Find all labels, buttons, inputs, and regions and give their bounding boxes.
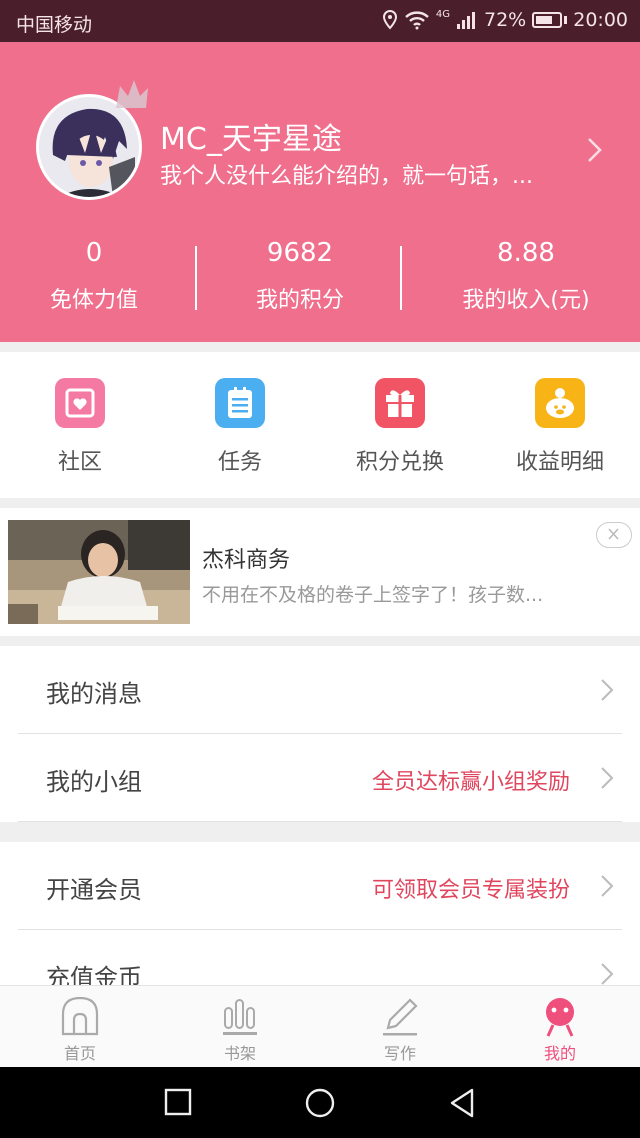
- row-label: 我的小组: [46, 768, 142, 796]
- stat-value: 8.88: [497, 238, 555, 268]
- stat-divider: [195, 246, 197, 310]
- network-type: 4G: [435, 9, 450, 20]
- status-icons: 4G 72% 20:00: [382, 9, 628, 31]
- bottom-tab-bar: 首页 书架 写作 我的: [0, 985, 640, 1067]
- row-hint: 可领取会员专属装扮: [371, 878, 570, 903]
- quick-item-points-exchange[interactable]: 积分兑换: [320, 378, 480, 476]
- ad-close-button[interactable]: [596, 522, 632, 548]
- tab-label: 书架: [223, 1044, 256, 1063]
- row-recharge-coins[interactable]: 充值金币: [0, 930, 640, 985]
- username: MC_天宇星途: [160, 122, 342, 157]
- wifi-icon: [405, 11, 429, 30]
- stat-points[interactable]: 9682 我的积分: [210, 238, 390, 314]
- quick-menu: 社区 任务 积分兑换 收益明细: [0, 352, 640, 498]
- signal-icon: [457, 12, 475, 29]
- quick-item-community[interactable]: 社区: [0, 378, 160, 476]
- chevron-right-icon[interactable]: [586, 136, 604, 164]
- home-button[interactable]: [304, 1087, 336, 1119]
- quick-label: 积分兑换: [355, 450, 444, 475]
- location-icon: [382, 10, 397, 30]
- row-hint: 全员达标赢小组奖励: [371, 770, 570, 795]
- tab-bookshelf[interactable]: 书架: [160, 986, 320, 1068]
- profile-header[interactable]: MC_天宇星途 我个人没什么能介绍的，就一句话，... 0 免体力值 9682 …: [0, 42, 640, 342]
- stats-row: 0 免体力值 9682 我的积分 8.88 我的收入(元): [0, 238, 640, 318]
- home-icon: [61, 996, 99, 1036]
- close-icon: [608, 528, 619, 540]
- tab-home[interactable]: 首页: [0, 986, 160, 1068]
- tab-label: 首页: [63, 1044, 96, 1063]
- tab-write[interactable]: 写作: [320, 986, 480, 1068]
- stat-label: 我的收入(元): [462, 288, 590, 313]
- user-bio: 我个人没什么能介绍的，就一句话，...: [160, 164, 533, 189]
- recent-apps-button[interactable]: [164, 1087, 192, 1117]
- stat-label: 我的积分: [255, 288, 344, 313]
- pen-icon: [383, 998, 418, 1036]
- quick-item-tasks[interactable]: 任务: [160, 378, 320, 476]
- tab-label: 写作: [383, 1044, 416, 1063]
- status-bar: 中国移动 4G 72% 20:00: [0, 0, 640, 42]
- earnings-icon: [535, 378, 585, 428]
- back-button[interactable]: [448, 1087, 476, 1119]
- stat-value: 0: [85, 238, 103, 268]
- battery-icon: [532, 12, 563, 28]
- stat-label: 免体力值: [49, 288, 138, 313]
- system-nav-bar: [0, 1067, 640, 1138]
- stat-stamina[interactable]: 0 免体力值: [4, 238, 184, 314]
- ad-image: [8, 520, 190, 624]
- row-label: 充值金币: [46, 964, 142, 985]
- chevron-right-icon: [601, 963, 614, 985]
- ad-banner[interactable]: 杰科商务 不用在不及格的卷子上签字了！孩子数...: [0, 508, 640, 636]
- row-my-group[interactable]: 我的小组 全员达标赢小组奖励: [0, 734, 640, 822]
- carrier-name: 中国移动: [16, 14, 93, 36]
- battery-percent: 72%: [484, 9, 527, 31]
- stat-divider: [400, 246, 402, 310]
- ad-description: 不用在不及格的卷子上签字了！孩子数...: [202, 584, 544, 606]
- quick-label: 社区: [57, 450, 102, 475]
- list-group-messages: 我的消息 我的小组 全员达标赢小组奖励: [0, 646, 640, 822]
- row-label: 开通会员: [46, 876, 142, 904]
- row-label: 我的消息: [46, 680, 142, 708]
- row-membership[interactable]: 开通会员 可领取会员专属装扮: [0, 842, 640, 930]
- clock: 20:00: [573, 9, 628, 31]
- quick-label: 任务: [217, 450, 262, 475]
- quick-item-earnings[interactable]: 收益明细: [480, 378, 640, 476]
- tab-label: 我的: [543, 1044, 576, 1063]
- gift-icon: [375, 378, 425, 428]
- profile-icon: [546, 998, 574, 1037]
- row-my-messages[interactable]: 我的消息: [0, 646, 640, 734]
- chevron-right-icon: [601, 767, 614, 789]
- quick-label: 收益明细: [515, 450, 604, 475]
- task-icon: [215, 378, 265, 428]
- stat-income[interactable]: 8.88 我的收入(元): [436, 238, 616, 314]
- ad-title: 杰科商务: [202, 548, 291, 573]
- chevron-right-icon: [601, 679, 614, 701]
- chevron-right-icon: [601, 875, 614, 897]
- stat-value: 9682: [266, 238, 334, 268]
- community-icon: [55, 378, 105, 428]
- crown-icon: [116, 80, 148, 108]
- tab-mine[interactable]: 我的: [480, 986, 640, 1068]
- bookshelf-icon: [223, 999, 257, 1035]
- list-group-account: 开通会员 可领取会员专属装扮 充值金币: [0, 842, 640, 985]
